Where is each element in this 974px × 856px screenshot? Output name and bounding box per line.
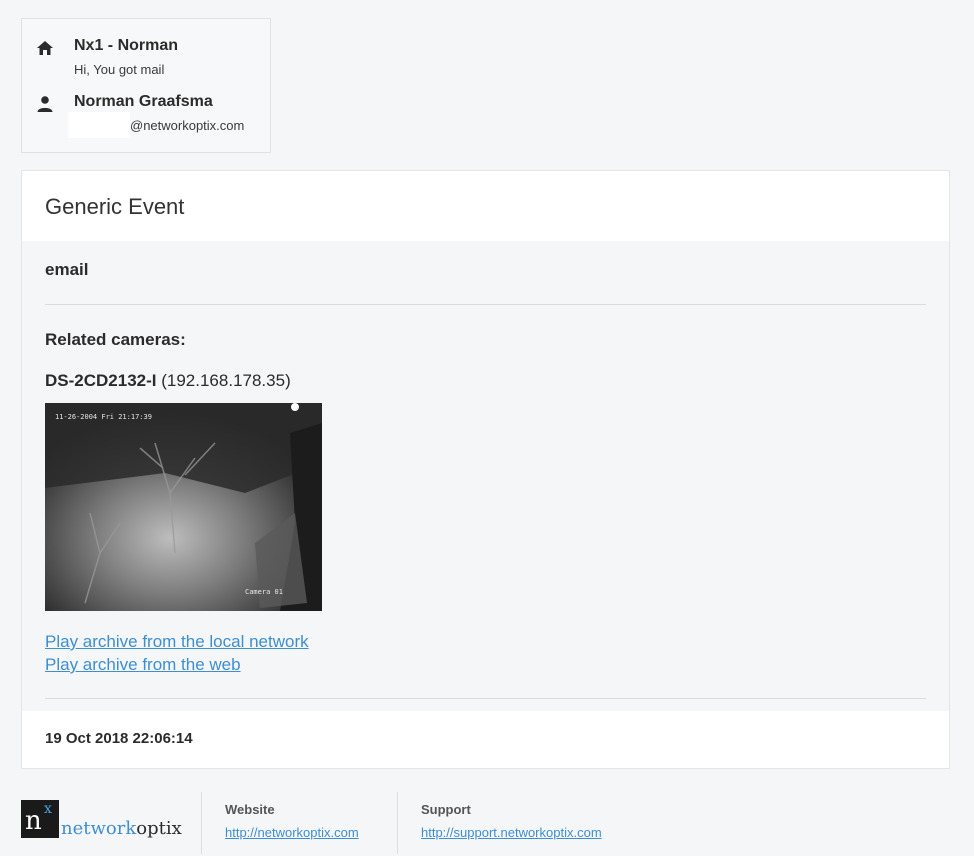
event-caption: email — [45, 260, 89, 279]
camera-address: (192.168.178.35) — [161, 371, 291, 390]
user-email: @networkoptix.com — [130, 118, 245, 133]
footer-support: Support http://support.networkoptix.com — [421, 802, 602, 840]
system-name: Nx1 - Norman — [74, 37, 179, 54]
related-cameras-label: Related cameras: — [45, 330, 186, 349]
website-link[interactable]: http://networkoptix.com — [225, 825, 359, 840]
event-card: Generic Event email Related cameras: DS-… — [21, 170, 950, 769]
snapshot-timestamp: 11-26-2004 Fri 21:17:39 — [55, 413, 152, 421]
camera-line: DS-2CD2132-I (192.168.178.35) — [45, 371, 291, 391]
networkoptix-logo: n x networkoptix — [21, 800, 201, 840]
camera-name: DS-2CD2132-I — [45, 371, 157, 390]
person-icon — [37, 96, 53, 112]
website-label: Website — [225, 802, 275, 817]
divider — [45, 304, 926, 305]
event-timestamp: 19 Oct 2018 22:06:14 — [45, 730, 193, 747]
divider — [45, 698, 926, 699]
home-icon — [37, 41, 53, 55]
support-label: Support — [421, 802, 471, 817]
system-message: Hi, You got mail — [74, 62, 165, 77]
snapshot-image: 11-26-2004 Fri 21:17:39 Camera 01 — [45, 403, 322, 611]
footer-separator — [201, 792, 202, 854]
user-name: Norman Graafsma — [74, 93, 213, 110]
archive-links: Play archive from the local network Play… — [45, 630, 309, 676]
event-body: email Related cameras: DS-2CD2132-I (192… — [22, 241, 949, 711]
camera-snapshot: 11-26-2004 Fri 21:17:39 Camera 01 — [45, 403, 322, 611]
play-archive-web-link[interactable]: Play archive from the web — [45, 653, 309, 676]
logo-mark: n x — [21, 800, 59, 838]
logo-wordmark: networkoptix — [61, 818, 182, 839]
event-title: Generic Event — [45, 194, 185, 219]
play-archive-local-link[interactable]: Play archive from the local network — [45, 630, 309, 653]
footer-website: Website http://networkoptix.com — [225, 802, 359, 840]
snapshot-camera-label: Camera 01 — [245, 588, 283, 596]
system-info-box: Nx1 - Norman Hi, You got mail Norman Gra… — [21, 18, 271, 153]
footer-separator — [397, 792, 398, 854]
footer: n x networkoptix Website http://networko… — [21, 792, 950, 856]
email-redaction — [68, 112, 130, 138]
support-link[interactable]: http://support.networkoptix.com — [421, 825, 602, 840]
